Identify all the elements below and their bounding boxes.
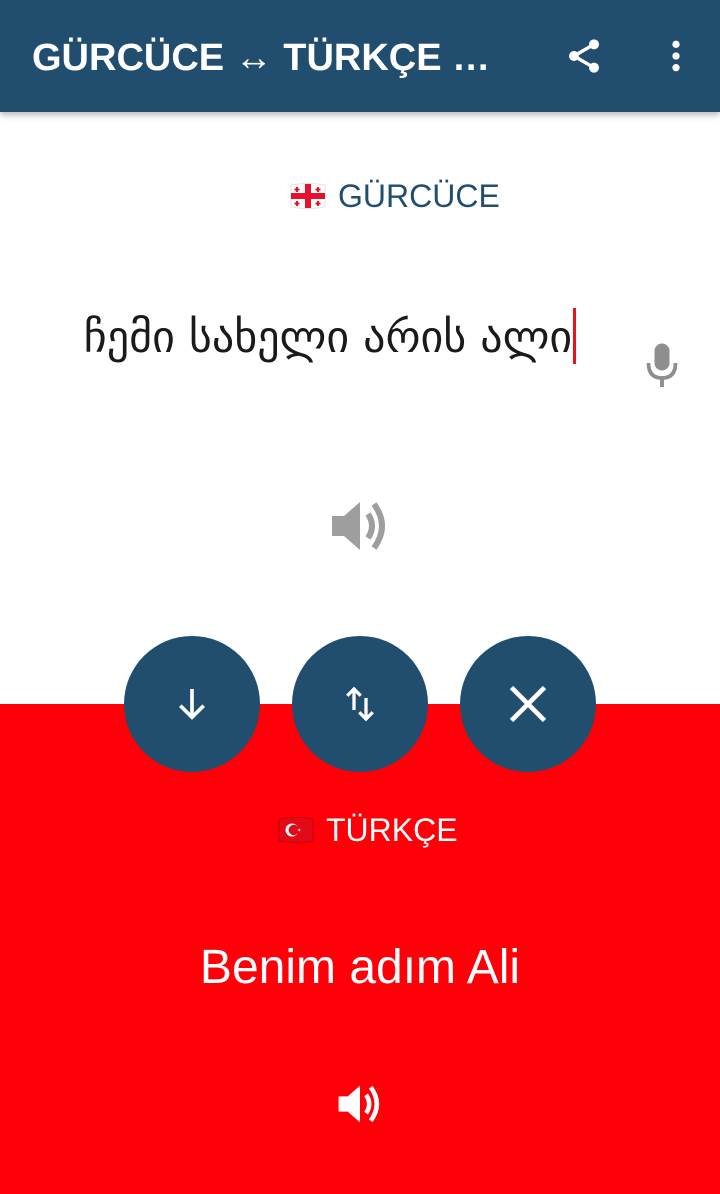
- swap-vertical-icon: [346, 686, 374, 722]
- share-button[interactable]: [556, 28, 612, 84]
- app-title: GÜRCÜCE ↔ TÜRKÇE SESLİ ÇEVİRMEN: [32, 37, 512, 79]
- speak-source-button[interactable]: [326, 494, 394, 558]
- mic-icon: [646, 343, 678, 387]
- translate-button[interactable]: [124, 636, 260, 772]
- close-icon: [509, 685, 547, 723]
- more-vert-icon: [672, 40, 680, 72]
- target-language-selector[interactable]: TÜRKÇE: [278, 810, 458, 850]
- source-text: ჩემი სახელი არის ალი: [83, 312, 573, 363]
- microphone-button[interactable]: [636, 338, 688, 394]
- speak-target-button[interactable]: [334, 1078, 386, 1130]
- app-bar: GÜRCÜCE ↔ TÜRKÇE SESLİ ÇEVİRMEN: [0, 0, 720, 112]
- more-options-button[interactable]: [648, 28, 704, 84]
- speaker-icon: [338, 1085, 380, 1123]
- text-cursor: [573, 308, 577, 364]
- georgia-flag-icon: [290, 183, 326, 209]
- target-language-label: TÜRKÇE: [326, 812, 458, 848]
- swap-languages-button[interactable]: [292, 636, 428, 772]
- share-icon: [569, 39, 599, 73]
- speaker-icon: [332, 502, 385, 550]
- turkey-flag-icon: [278, 817, 314, 843]
- source-language-selector[interactable]: GÜRCÜCE: [290, 176, 500, 216]
- clear-button[interactable]: [460, 636, 596, 772]
- source-language-label: GÜRCÜCE: [338, 178, 500, 214]
- translated-text: Benim adım Ali: [199, 941, 521, 994]
- arrow-down-icon: [179, 689, 205, 720]
- source-text-input[interactable]: ჩემი სახელი არის ალი: [60, 308, 600, 368]
